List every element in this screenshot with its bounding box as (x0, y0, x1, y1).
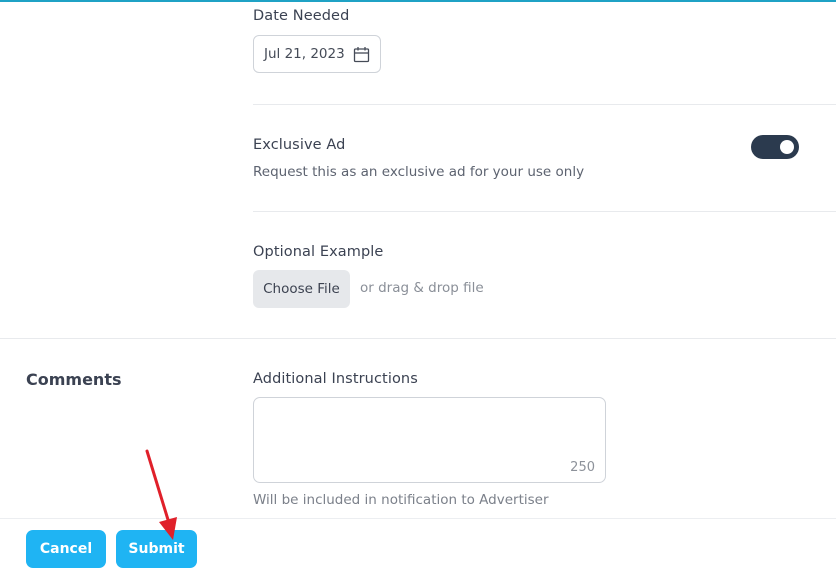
top-accent-bar (0, 0, 836, 2)
date-needed-label: Date Needed (253, 8, 350, 24)
instructions-hint: Will be included in notification to Adve… (253, 492, 549, 508)
char-counter: 250 (570, 460, 595, 475)
drag-drop-text: or drag & drop file (360, 280, 484, 296)
exclusive-ad-label: Exclusive Ad (253, 137, 346, 153)
divider (253, 211, 836, 212)
exclusive-ad-toggle[interactable] (751, 135, 799, 159)
additional-instructions-textarea[interactable] (254, 398, 605, 482)
date-needed-input[interactable]: Jul 21, 2023 (253, 35, 381, 73)
divider (253, 104, 836, 105)
form-footer: Cancel Submit (0, 518, 836, 574)
optional-example-label: Optional Example (253, 244, 384, 260)
toggle-knob (780, 140, 794, 154)
section-divider (0, 338, 836, 339)
request-form-page: Date Needed Jul 21, 2023 Exclusive Ad Re… (0, 0, 836, 574)
submit-button[interactable]: Submit (116, 530, 197, 568)
additional-instructions-field: 250 (253, 397, 606, 483)
comments-section-title: Comments (26, 370, 122, 389)
exclusive-ad-description: Request this as an exclusive ad for your… (253, 164, 585, 180)
cancel-button[interactable]: Cancel (26, 530, 106, 568)
calendar-icon[interactable] (353, 46, 370, 63)
date-value: Jul 21, 2023 (264, 46, 345, 62)
choose-file-button[interactable]: Choose File (253, 270, 350, 308)
additional-instructions-label: Additional Instructions (253, 371, 418, 387)
